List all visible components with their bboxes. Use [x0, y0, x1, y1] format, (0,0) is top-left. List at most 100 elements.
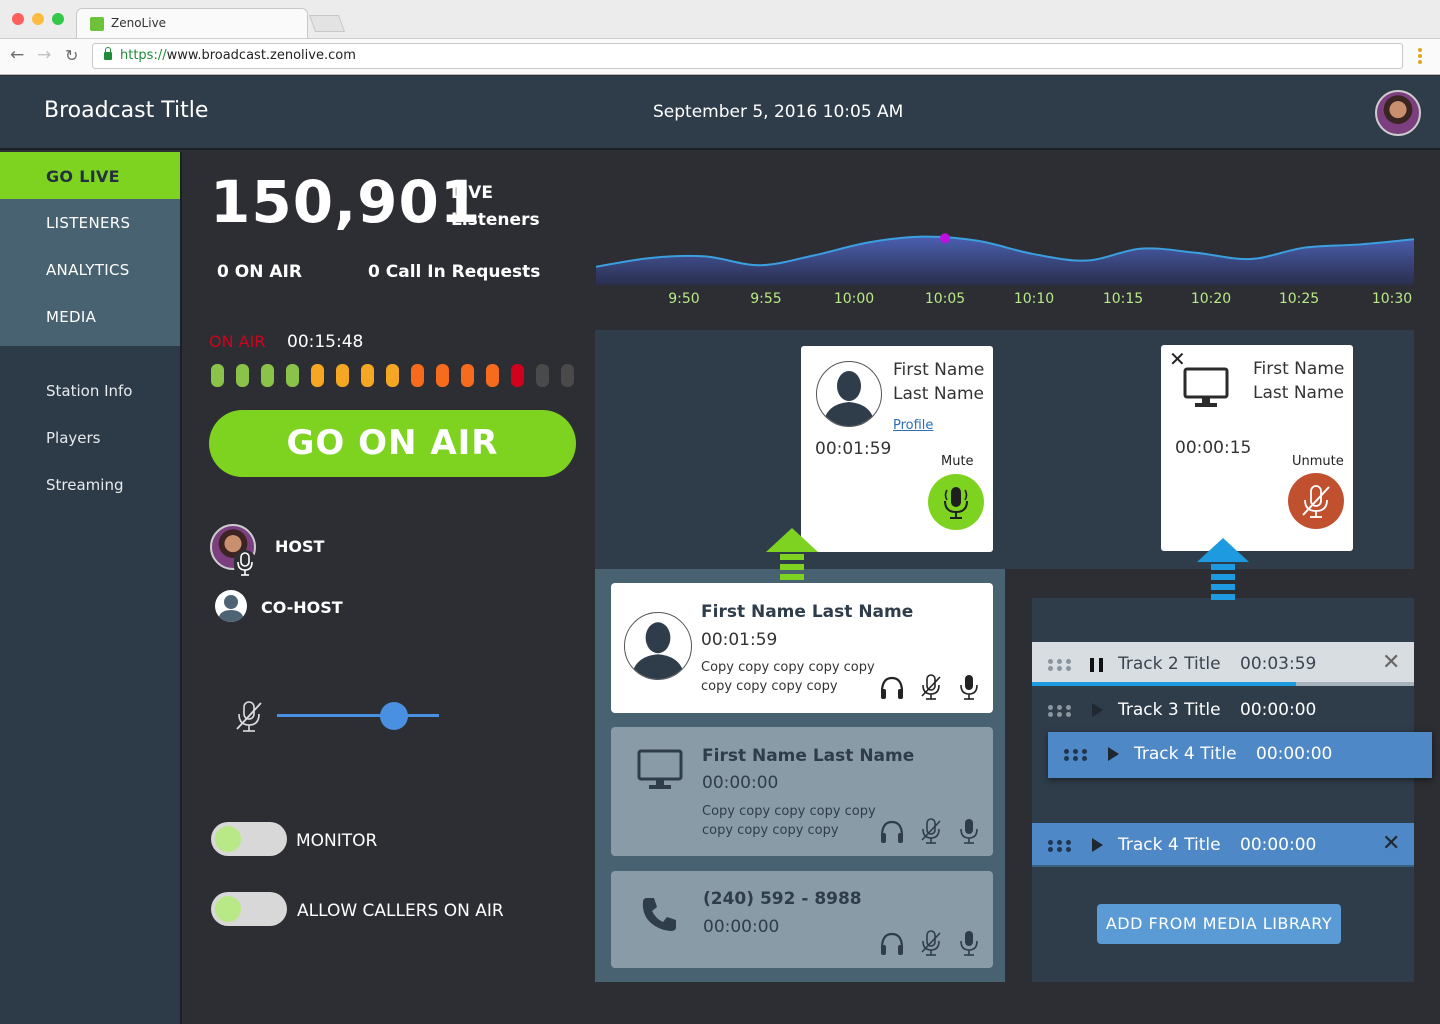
sidebar: GO LIVE LISTENERS ANALYTICS MEDIA Statio… — [0, 152, 182, 1024]
listener-count: 150,901 — [210, 168, 482, 236]
play-icon[interactable] — [1092, 838, 1103, 852]
reload-icon[interactable]: ↻ — [65, 46, 78, 65]
current-time-marker[interactable] — [940, 233, 950, 244]
app-header: Broadcast Title September 5, 2016 10:05 … — [0, 76, 1440, 150]
track-progress-bar[interactable] — [1032, 682, 1414, 686]
on-air-count: 0 ON AIR — [217, 262, 302, 282]
stage-caller-card[interactable]: ✕ First Name Last Name 00:00:15 Unmute — [1161, 345, 1353, 551]
playlist-track-dragging[interactable]: Track 4 Title 00:00:00 — [1048, 732, 1432, 778]
lock-icon — [104, 47, 112, 60]
playlist-track[interactable]: Track 3 Title 00:00:00 — [1032, 688, 1414, 732]
meter-segment — [386, 364, 399, 387]
cohost-avatar — [215, 590, 247, 622]
remove-track-icon[interactable]: ✕ — [1382, 831, 1400, 856]
new-tab-button[interactable] — [308, 15, 346, 32]
playlist-track[interactable]: Track 4 Title 00:00:00 ✕ — [1032, 823, 1414, 867]
minimize-window-icon[interactable] — [32, 13, 44, 25]
computer-icon — [637, 749, 683, 791]
monitor-label: MONITOR — [296, 831, 378, 851]
sidebar-item-go-live[interactable]: GO LIVE — [0, 152, 180, 199]
meter-segment — [261, 364, 274, 387]
on-air-indicator: ON AIR — [209, 332, 266, 351]
browser-menu-icon[interactable] — [1417, 48, 1425, 66]
close-window-icon[interactable] — [12, 13, 24, 25]
url-host: www.broadcast.zenolive.com — [166, 48, 356, 63]
queue-caller-actions — [879, 928, 989, 958]
queue-caller-name: First Name Last Name — [702, 746, 915, 766]
stage-caller-last-name: Last Name — [1253, 383, 1344, 403]
sidebar-item-streaming[interactable]: Streaming — [46, 476, 123, 494]
browser-tab[interactable]: ZenoLive — [76, 8, 308, 38]
queue-caller-action-icons[interactable] — [879, 928, 989, 958]
monitor-toggle[interactable] — [211, 822, 287, 856]
chart-tick-label: 10:00 — [834, 291, 874, 307]
queue-caller-time: 00:01:59 — [701, 630, 778, 650]
back-arrow-icon[interactable]: ← — [10, 45, 24, 65]
meter-segment — [286, 364, 299, 387]
chart-tick-label: 9:50 — [668, 291, 699, 307]
playlist-track[interactable]: Track 2 Title 00:03:59 ✕ — [1032, 642, 1414, 686]
drag-handle-icon[interactable] — [1048, 705, 1074, 717]
play-icon[interactable] — [1092, 703, 1103, 717]
url-scheme: https:// — [120, 48, 167, 63]
queue-caller-time: 00:00:00 — [703, 917, 780, 937]
muted-mic-icon[interactable] — [233, 699, 265, 735]
queue-caller-card[interactable]: (240) 592 - 8988 00:00:00 — [611, 871, 993, 968]
meter-segment — [361, 364, 374, 387]
call-in-requests: 0 Call In Requests — [368, 262, 541, 282]
stage-caller-name: First Name Last Name — [1253, 357, 1344, 405]
allow-callers-toggle[interactable] — [211, 892, 287, 926]
stage-caller-time: 00:00:15 — [1175, 438, 1252, 458]
chart-tick-label: 10:20 — [1191, 291, 1231, 307]
meter-segment — [336, 364, 349, 387]
allow-callers-label: ALLOW CALLERS ON AIR — [297, 901, 504, 921]
volume-slider[interactable] — [277, 714, 439, 717]
audio-level-meter — [211, 364, 581, 388]
drag-handle-icon[interactable] — [1048, 840, 1074, 852]
meter-segment — [411, 364, 424, 387]
stage-caller-card[interactable]: First Name Last Name Profile 00:01:59 Mu… — [801, 346, 993, 552]
sidebar-item-players[interactable]: Players — [46, 429, 101, 447]
queue-caller-card[interactable]: First Name Last Name 00:00:00 Copy copy … — [611, 727, 993, 856]
sidebar-item-analytics[interactable]: ANALYTICS — [0, 246, 180, 293]
maximize-window-icon[interactable] — [52, 13, 64, 25]
mute-label: Mute — [941, 454, 974, 469]
track-title: Track 4 Title — [1118, 835, 1221, 855]
queue-caller-action-icons[interactable] — [879, 816, 989, 846]
go-on-air-button[interactable]: GO ON AIR — [209, 410, 576, 477]
sidebar-item-media[interactable]: MEDIA — [0, 293, 180, 346]
queue-caller-actions — [879, 672, 989, 702]
queue-caller-name: First Name Last Name — [701, 602, 914, 622]
host-label: HOST — [275, 537, 325, 556]
meter-segment — [211, 364, 224, 387]
meter-segment — [311, 364, 324, 387]
user-avatar[interactable] — [1375, 90, 1421, 136]
play-icon[interactable] — [1108, 747, 1119, 761]
sidebar-item-station-info[interactable]: Station Info — [46, 382, 132, 400]
sidebar-item-listeners[interactable]: LISTENERS — [0, 199, 180, 246]
volume-slider-handle[interactable] — [379, 702, 408, 730]
stage-caller-time: 00:01:59 — [815, 439, 892, 459]
queue-caller-action-icons[interactable] — [879, 672, 989, 702]
drag-handle-icon[interactable] — [1048, 659, 1074, 671]
add-from-media-library-button[interactable]: ADD FROM MEDIA LIBRARY — [1097, 904, 1341, 944]
forward-arrow-icon[interactable]: → — [37, 45, 51, 65]
move-to-stage-arrow-icon[interactable] — [1197, 538, 1249, 606]
queue-caller-notes: Copy copy copy copy copy copy copy copy … — [701, 660, 875, 694]
profile-link[interactable]: Profile — [893, 418, 933, 433]
host-mic-icon — [234, 550, 256, 578]
stage-caller-first-name: First Name — [1253, 359, 1345, 379]
meter-segment — [436, 364, 449, 387]
queue-caller-notes: Copy copy copy copy copy copy copy copy … — [702, 804, 876, 838]
mute-button[interactable] — [928, 474, 984, 530]
drag-handle-icon[interactable] — [1064, 749, 1090, 761]
queue-caller-actions — [879, 816, 989, 846]
caller-avatar-icon — [816, 361, 882, 427]
chart-tick-label: 10:05 — [925, 291, 965, 307]
unmute-button[interactable] — [1288, 473, 1344, 529]
address-bar[interactable]: https://www.broadcast.zenolive.com ☆ — [92, 43, 1403, 69]
broadcast-datetime: September 5, 2016 10:05 AM — [653, 102, 904, 122]
queue-caller-card[interactable]: First Name Last Name 00:01:59 Copy copy … — [611, 583, 993, 713]
remove-track-icon[interactable]: ✕ — [1382, 650, 1400, 675]
pause-icon[interactable] — [1090, 658, 1104, 672]
